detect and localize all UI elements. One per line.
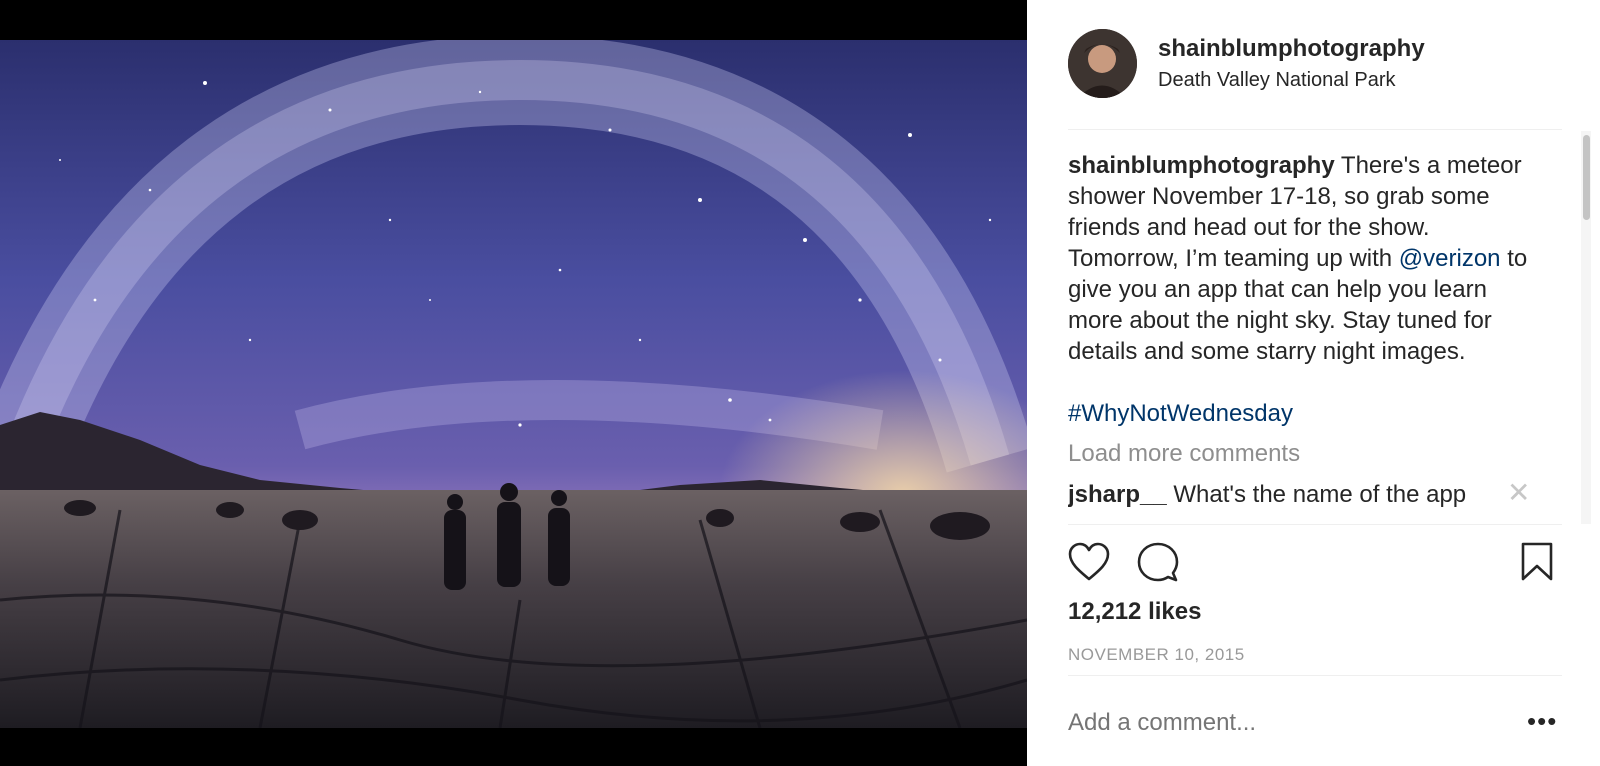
more-options-icon[interactable]: ••• xyxy=(1527,706,1557,737)
username-link[interactable]: shainblumphotography xyxy=(1158,35,1425,63)
media-panel xyxy=(0,0,1027,766)
post-date[interactable]: NOVEMBER 10, 2015 xyxy=(1068,645,1245,665)
save-button[interactable] xyxy=(1520,542,1554,587)
caption-username-link[interactable]: shainblumphotography xyxy=(1068,152,1335,179)
comment-text: What's the name of the app xyxy=(1173,481,1467,508)
mention-link[interactable]: @verizon xyxy=(1399,245,1501,272)
divider xyxy=(1068,524,1562,525)
comment-button[interactable] xyxy=(1137,542,1179,587)
profile-photo-image xyxy=(1068,29,1137,98)
hashtag-link[interactable]: #WhyNotWednesday xyxy=(1068,398,1538,429)
post-details-panel: shainblumphotography Death Valley Nation… xyxy=(1027,0,1600,766)
post-actions xyxy=(1068,542,1562,586)
comments-list[interactable]: shainblumphotography There's a meteor sh… xyxy=(1068,130,1562,524)
likes-count[interactable]: 12,212 likes xyxy=(1068,598,1201,626)
divider xyxy=(1068,675,1562,676)
post-header: shainblumphotography Death Valley Nation… xyxy=(1068,29,1588,99)
add-comment-input[interactable] xyxy=(1068,709,1468,737)
post-modal: shainblumphotography Death Valley Nation… xyxy=(0,0,1600,766)
post-photo[interactable] xyxy=(0,40,1027,728)
comment-item: jsharp__ What's the name of the app ✕ xyxy=(1068,477,1562,511)
location-link[interactable]: Death Valley National Park xyxy=(1158,69,1396,92)
heart-icon xyxy=(1068,542,1110,581)
night-sky-panorama-image xyxy=(0,40,1027,728)
avatar[interactable] xyxy=(1068,29,1137,98)
scrollbar-thumb[interactable] xyxy=(1583,135,1590,220)
speech-bubble-icon xyxy=(1137,542,1179,582)
remove-comment-icon[interactable]: ✕ xyxy=(1507,477,1530,509)
like-button[interactable] xyxy=(1068,542,1110,587)
load-more-comments-button[interactable]: Load more comments xyxy=(1068,439,1562,469)
comment-username-link[interactable]: jsharp__ xyxy=(1068,481,1167,508)
bookmark-icon xyxy=(1521,542,1553,581)
caption: shainblumphotography There's a meteor sh… xyxy=(1068,150,1538,429)
